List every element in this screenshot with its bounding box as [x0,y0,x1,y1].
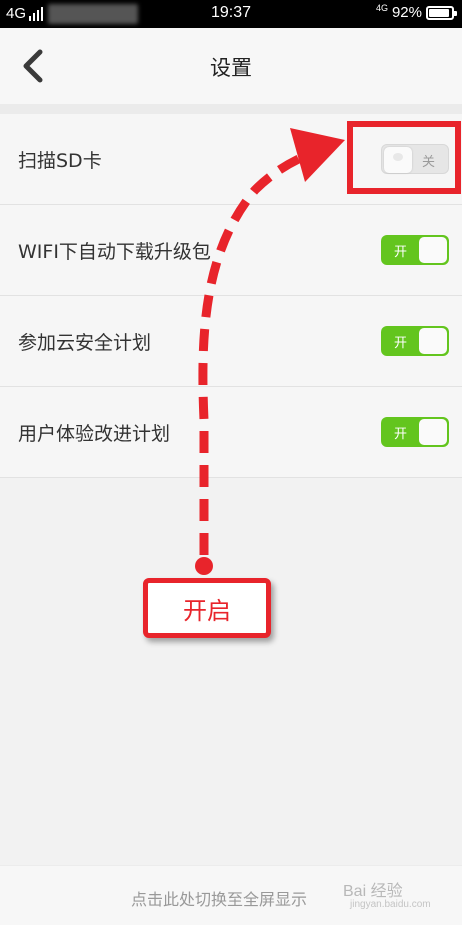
battery-fill [429,8,450,17]
annotation-label: 开启 [143,578,271,638]
annotation-dot [195,557,213,575]
status-bar: 4G 19:37 4G 92% [0,0,462,28]
section-divider [0,104,462,114]
setting-label: WIFI下自动下载升级包 [18,240,211,263]
status-right: 4G 92% [375,2,457,21]
battery-percent: 92% [391,4,422,21]
toggle-knob [419,419,447,445]
page-title: 设置 [210,56,252,80]
watermark-logo: Bai 经验 [343,883,403,900]
bottom-bar: 点击此处切换至全屏显示 Bai 经验 jingyan.baidu.com [0,865,462,925]
toggle-knob [419,237,447,263]
toggle-state-text: 开 [394,427,408,442]
setting-row-wifi-download[interactable]: WIFI下自动下载升级包 开 [0,205,462,296]
setting-label: 参加云安全计划 [18,331,152,354]
setting-label: 扫描SD卡 [18,149,102,172]
network-type-right: 4G [375,2,388,13]
toggle-state-text: 开 [394,245,408,260]
toggle-knob [419,328,447,354]
annotation-highlight-box [347,121,461,194]
toggle-state-text: 开 [394,336,408,351]
user-experience-toggle[interactable]: 开 [381,417,449,447]
battery-icon [426,5,457,20]
watermark-url: jingyan.baidu.com [350,899,431,910]
setting-row-user-experience[interactable]: 用户体验改进计划 开 [0,387,462,478]
nav-bar: 设置 [0,28,462,104]
wifi-download-toggle[interactable]: 开 [381,235,449,265]
setting-row-cloud-security[interactable]: 参加云安全计划 开 [0,296,462,387]
setting-label: 用户体验改进计划 [18,422,171,445]
cloud-security-toggle[interactable]: 开 [381,326,449,356]
fullscreen-toggle-link[interactable]: 点击此处切换至全屏显示 [131,886,307,910]
